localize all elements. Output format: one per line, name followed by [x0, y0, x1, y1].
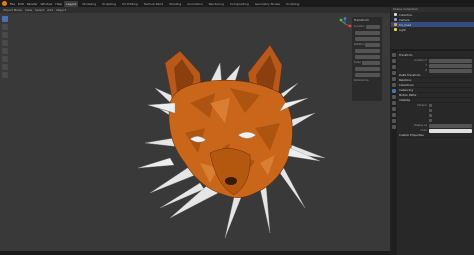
location-y-input[interactable] [429, 63, 472, 68]
viewport-header: Object Mode View Select Add Object [0, 7, 390, 13]
location-x-input[interactable] [429, 58, 472, 63]
properties-body: Transform Location X Y Z Delta Transform… [399, 53, 472, 138]
npanel-row [354, 72, 380, 77]
properties-editor: Transform Location X Y Z Delta Transform… [391, 51, 474, 255]
tab-modeling[interactable]: Modeling [80, 1, 98, 7]
rotation-z-field[interactable] [355, 54, 380, 59]
move-tool-icon[interactable] [2, 32, 8, 38]
right-column: Scene Collection Collection Camera fox_h… [391, 7, 474, 255]
transform-tool-icon[interactable] [2, 56, 8, 62]
npanel-row: Rotation [354, 42, 380, 47]
location-y-field[interactable] [355, 30, 380, 35]
annotate-tool-icon[interactable] [2, 64, 8, 70]
npanel-row [354, 36, 380, 41]
tab-shading[interactable]: Shading [167, 1, 183, 7]
scale-z-field[interactable] [355, 72, 380, 77]
checkbox[interactable] [429, 119, 432, 122]
rotation-x-field[interactable] [365, 42, 380, 47]
scene-tab-icon[interactable] [392, 77, 396, 81]
constraints-tab-icon[interactable] [392, 113, 396, 117]
scale-x-field[interactable] [361, 60, 380, 65]
fox-head-model[interactable] [130, 43, 330, 238]
checkbox[interactable] [429, 114, 432, 117]
tab-geometry-nodes[interactable]: Geometry Nodes [253, 1, 282, 7]
tool-tab-icon[interactable] [392, 53, 396, 57]
menu-file[interactable]: File [10, 2, 15, 6]
world-tab-icon[interactable] [392, 83, 396, 87]
sidebar-tabs [384, 21, 389, 55]
rotate-tool-icon[interactable] [2, 40, 8, 46]
npanel-row [354, 48, 380, 53]
outliner: Scene Collection Collection Camera fox_h… [391, 7, 474, 49]
modifier-tab-icon[interactable] [392, 95, 396, 99]
tab-item[interactable] [384, 21, 388, 31]
menu-window[interactable]: Window [41, 2, 53, 6]
add-menu[interactable]: Add [47, 8, 53, 12]
mesh-icon [394, 23, 397, 26]
top-bar: File Edit Render Window Help Layout Mode… [0, 0, 474, 7]
location-x-field[interactable] [365, 24, 380, 29]
tab-sculpting[interactable]: Sculpting [100, 1, 118, 7]
tab-scripting[interactable]: Scripting [284, 1, 301, 7]
object-menu[interactable]: Object [56, 8, 66, 12]
tab-compositing[interactable]: Compositing [228, 1, 251, 7]
menu-edit[interactable]: Edit [18, 2, 24, 6]
3d-viewport[interactable]: Object Mode View Select Add Object Trans… [0, 7, 390, 255]
npanel-row: Location [354, 24, 380, 29]
render-tab-icon[interactable] [392, 59, 396, 63]
location-z-field[interactable] [355, 36, 380, 41]
npanel-row [354, 66, 380, 71]
particles-tab-icon[interactable] [392, 101, 396, 105]
tab-animation[interactable]: Animation [185, 1, 204, 7]
menu-help[interactable]: Help [55, 2, 62, 6]
output-tab-icon[interactable] [392, 65, 396, 69]
outliner-row-light[interactable]: Light [391, 27, 474, 32]
measure-tool-icon[interactable] [2, 72, 8, 78]
data-tab-icon[interactable] [392, 119, 396, 123]
camera-icon [394, 18, 397, 21]
physics-tab-icon[interactable] [392, 107, 396, 111]
npanel-row: Dimensions [354, 79, 369, 82]
tab-uv-editing[interactable]: UV Editing [120, 1, 140, 7]
navigation-gizmo-icon[interactable] [338, 17, 352, 31]
properties-tabs [391, 51, 397, 255]
light-icon [394, 28, 397, 31]
sidebar-n-panel: Transform Location Rotation Scale Dimens… [352, 17, 382, 101]
section-custom-properties[interactable]: Custom Properties [399, 133, 472, 138]
npanel-row [354, 54, 380, 59]
tab-layout[interactable]: Layout [64, 0, 79, 7]
tab-tool[interactable] [384, 33, 388, 43]
rotation-y-field[interactable] [355, 48, 380, 53]
blender-logo-icon[interactable] [2, 1, 7, 6]
object-tab-icon[interactable] [392, 89, 396, 93]
tab-rendering[interactable]: Rendering [207, 1, 226, 7]
tab-view[interactable] [384, 45, 388, 55]
scale-y-field[interactable] [355, 66, 380, 71]
npanel-row [354, 30, 380, 35]
npanel-row: Scale [354, 60, 380, 65]
cursor-tool-icon[interactable] [2, 24, 8, 30]
display-as-select[interactable] [429, 123, 472, 128]
mode-selector[interactable]: Object Mode [3, 8, 22, 12]
collection-icon [394, 13, 397, 16]
toolbar [2, 16, 8, 78]
tab-texture-paint[interactable]: Texture Paint [142, 1, 165, 7]
material-tab-icon[interactable] [392, 125, 396, 129]
scale-tool-icon[interactable] [2, 48, 8, 54]
checkbox[interactable] [429, 109, 432, 112]
view-menu[interactable]: View [25, 8, 32, 12]
view-layer-tab-icon[interactable] [392, 71, 396, 75]
select-menu[interactable]: Select [35, 8, 44, 12]
npanel-title: Transform [354, 18, 369, 22]
location-z-input[interactable] [429, 68, 472, 73]
menu-render[interactable]: Render [27, 2, 38, 6]
checkbox[interactable] [429, 104, 432, 107]
status-bar [0, 251, 390, 255]
select-tool-icon[interactable] [2, 16, 8, 22]
color-swatch[interactable] [429, 128, 472, 133]
